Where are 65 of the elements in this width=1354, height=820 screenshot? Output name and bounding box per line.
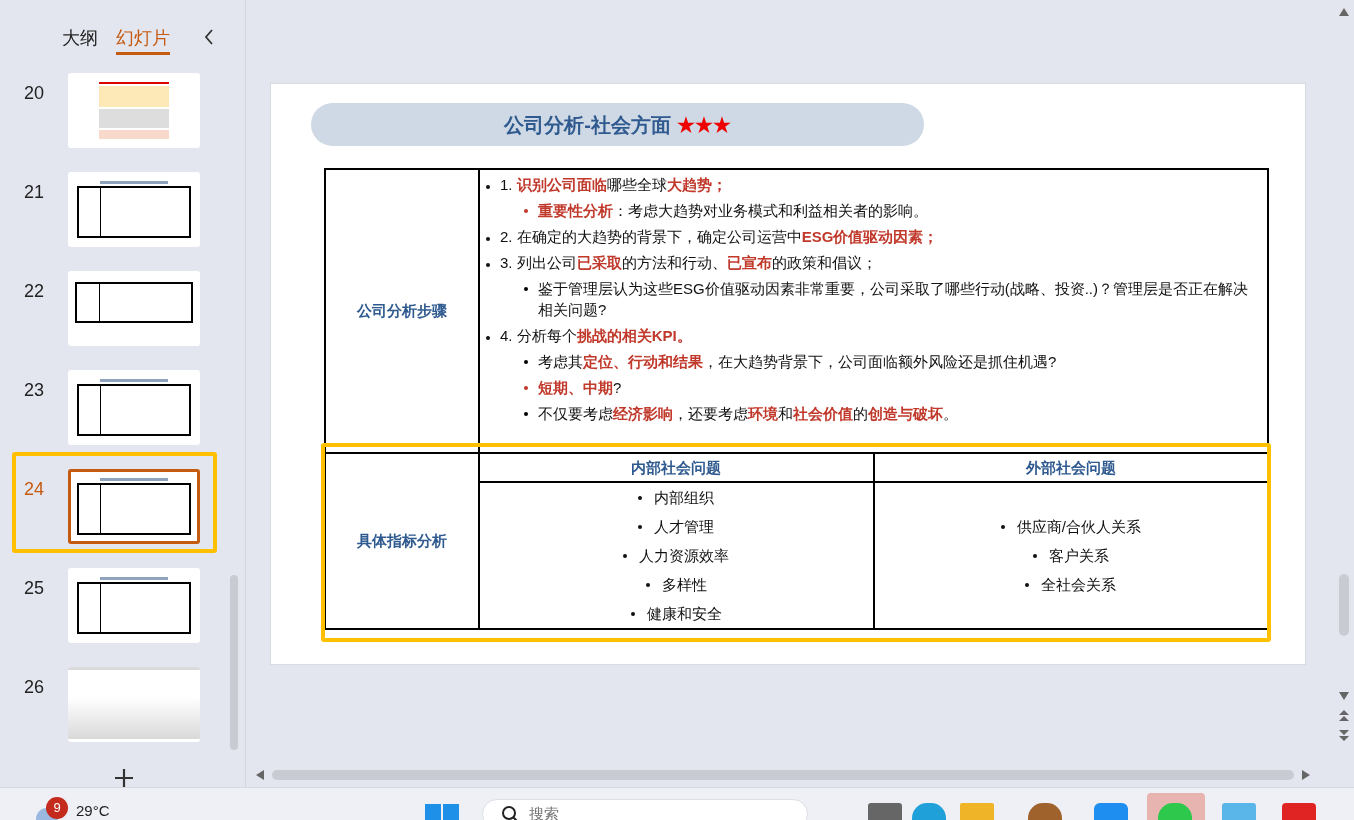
bullet-icon xyxy=(486,237,490,241)
slide-number: 21 xyxy=(23,181,45,204)
slide-thumbnail[interactable] xyxy=(68,568,200,643)
bullet-icon xyxy=(630,611,635,616)
bullet-text: 客户关系 xyxy=(1048,546,1109,566)
bullet-text: 人力资源效率 xyxy=(639,546,730,566)
scrollbar-thumb[interactable] xyxy=(1339,574,1349,636)
bullet-icon xyxy=(486,336,490,340)
bullet-text: 1. 识别公司面临哪些全球大趋势； xyxy=(500,175,727,195)
bullet-text: 供应商/合伙人关系 xyxy=(1016,517,1141,537)
bullet-icon xyxy=(638,495,643,500)
bullet-icon xyxy=(1000,524,1005,529)
bullet-text: 人才管理 xyxy=(654,517,715,537)
slide-number: 26 xyxy=(23,676,45,699)
row-heading: 公司分析步骤 xyxy=(357,300,447,321)
search-icon xyxy=(501,805,519,820)
start-icon[interactable] xyxy=(425,804,459,820)
scrollbar-thumb[interactable] xyxy=(230,575,238,750)
bullet-icon xyxy=(1032,553,1037,558)
slide-number: 20 xyxy=(23,82,45,105)
bullet-text: 短期、中期? xyxy=(538,378,622,398)
temperature-text: 29°C xyxy=(76,801,110,820)
bullet-text: 鉴于管理层认为这些ESG价值驱动因素非常重要，公司采取了哪些行动(战略、投资..)？管理层是否正在解决相关问题? xyxy=(538,279,1249,320)
slide-thumbnail[interactable] xyxy=(68,370,200,445)
notification-badge: 9 xyxy=(46,797,68,819)
collapse-chevron-icon[interactable] xyxy=(203,28,215,46)
bullet-icon xyxy=(486,185,490,189)
scrollbar-thumb[interactable] xyxy=(272,770,1294,780)
bullet-text: 3. 列出公司已采取的方法和行动、已宣布的政策和倡议； xyxy=(500,253,877,273)
panel-tab[interactable]: 大纲 xyxy=(62,28,98,56)
bullet-icon xyxy=(638,524,643,529)
previous-slide-icon[interactable] xyxy=(1339,710,1349,722)
next-slide-icon[interactable] xyxy=(1339,730,1349,742)
scroll-down-icon[interactable] xyxy=(1339,692,1349,700)
row-heading: 具体指标分析 xyxy=(357,530,447,551)
scroll-right-icon[interactable] xyxy=(1302,770,1310,780)
bullet-text: 2. 在确定的大趋势的背景下，确定公司运营中ESG价值驱动因素； xyxy=(500,227,939,247)
column-heading: 内部社会问题 xyxy=(631,459,722,476)
bullet-icon xyxy=(645,582,650,587)
bullet-icon xyxy=(486,263,490,267)
slide-number: 24 xyxy=(23,478,45,501)
title-stars-text: ★★★ xyxy=(676,112,731,138)
bullet-text: 不仅要考虑经济影响，还要考虑环境和社会价值的创造与破坏。 xyxy=(538,404,958,424)
scroll-up-icon[interactable] xyxy=(1339,8,1349,16)
slide-thumbnail[interactable] xyxy=(68,172,200,247)
slide-thumbnail[interactable] xyxy=(68,667,200,742)
bullet-text: 重要性分析：考虑大趋势对业务模式和利益相关者的影响。 xyxy=(538,201,928,221)
bullet-text: 4. 分析每个挑战的相关KPI。 xyxy=(500,326,692,346)
bullet-icon xyxy=(623,553,628,558)
slide-thumbnail[interactable] xyxy=(68,73,200,148)
slide-number: 23 xyxy=(23,379,45,402)
scroll-left-icon[interactable] xyxy=(256,770,264,780)
slide-number: 22 xyxy=(23,280,45,303)
bullet-text: 多样性 xyxy=(661,575,707,595)
bullet-text: 健康和安全 xyxy=(646,604,722,624)
bullet-icon xyxy=(1025,582,1030,587)
slide-thumbnail[interactable] xyxy=(68,271,200,346)
slide-number: 25 xyxy=(23,577,45,600)
slide-title: 公司分析-社会方面 xyxy=(504,112,671,138)
add-slide-icon[interactable] xyxy=(114,769,134,787)
slide-thumbnail[interactable] xyxy=(68,469,200,544)
bullet-text: 全社会关系 xyxy=(1041,575,1117,595)
bullet-text: 考虑其定位、行动和结果，在大趋势背景下，公司面临额外风险还是抓住机遇? xyxy=(538,352,1057,372)
bullet-text: 内部组织 xyxy=(654,488,715,508)
column-heading: 外部社会问题 xyxy=(1025,459,1116,476)
